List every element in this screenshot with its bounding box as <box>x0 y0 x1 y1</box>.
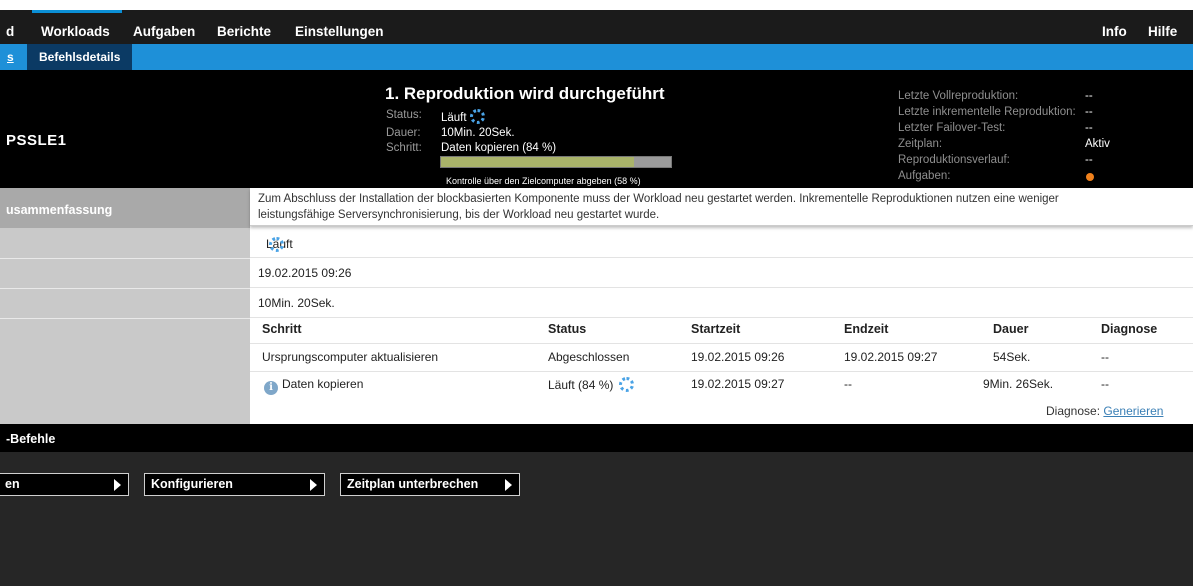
dauer-key: Dauer: <box>386 127 421 139</box>
progress-label: Kontrolle über den Zielcomputer abgeben … <box>446 176 641 186</box>
dauer-value: 10Min. 20Sek. <box>441 127 515 139</box>
command-button-1[interactable]: en <box>0 473 129 496</box>
sub-navigation: s Befehlsdetails <box>0 44 1193 70</box>
summary-row-duration: 10Min. 20Sek. <box>250 288 1193 318</box>
configure-button[interactable]: Konfigurieren <box>144 473 325 496</box>
restart-notice-banner: Zum Abschluss der Installation der block… <box>250 188 1193 226</box>
row1-diagnose: -- <box>1101 350 1109 364</box>
workload-header: PSSLE1 1. Reproduktion wird durchgeführt… <box>0 70 1193 188</box>
info-key-failover: Letzter Failover-Test: <box>898 122 1006 134</box>
nav-item-aufgaben[interactable]: Aufgaben <box>133 24 195 39</box>
summary-section-label: usammenfassung <box>6 203 113 217</box>
nav-item-hilfe[interactable]: Hilfe <box>1148 24 1177 39</box>
command-button-1-label: en <box>5 477 20 491</box>
row2-endzeit: -- <box>844 377 852 391</box>
info-val-inkrementell: -- <box>1085 106 1093 118</box>
row2-diagnose: -- <box>1101 377 1109 391</box>
info-key-vollreproduktion: Letzte Vollreproduktion: <box>898 90 1019 102</box>
row1-startzeit: 19.02.2015 09:26 <box>691 350 785 364</box>
divider <box>0 318 250 319</box>
info-val-failover: -- <box>1085 122 1093 134</box>
schritt-value: Daten kopieren (84 %) <box>441 142 557 154</box>
diagnose-generate: Diagnose: Generieren <box>1046 404 1163 418</box>
pause-schedule-button-label: Zeitplan unterbrechen <box>347 477 479 491</box>
summary-start-value: 19.02.2015 09:26 <box>258 266 352 280</box>
status-value: Läuft <box>441 112 467 124</box>
arrow-right-icon <box>310 479 317 491</box>
breadcrumb-link[interactable]: s <box>7 44 14 70</box>
tab-befehlsdetails[interactable]: Befehlsdetails <box>27 44 133 70</box>
nav-item-info[interactable]: Info <box>1102 24 1127 39</box>
row2-schritt-cell: i Daten kopieren <box>264 377 363 395</box>
warning-icon[interactable] <box>1086 173 1094 181</box>
summary-row-status: Läuft <box>250 228 1193 258</box>
summary-row-start: 19.02.2015 09:26 <box>250 258 1193 288</box>
row1-schritt: Ursprungscomputer aktualisieren <box>262 350 439 364</box>
row2-status-cell: Läuft (84 %) <box>548 377 635 392</box>
info-val-vollreproduktion: -- <box>1085 90 1093 102</box>
status-key: Status: <box>386 109 422 121</box>
summary-section-header: usammenfassung <box>0 188 250 228</box>
nav-item-workloads[interactable]: Workloads <box>41 24 110 39</box>
divider <box>0 258 250 259</box>
row1-dauer: 54Sek. <box>993 350 1031 364</box>
progress-fill <box>441 157 635 167</box>
col-header-dauer: Dauer <box>993 322 1029 336</box>
spinner-icon <box>469 109 485 124</box>
divider <box>0 288 250 289</box>
col-header-schritt: Schritt <box>262 322 302 336</box>
banner-line-2: leistungsfähige Serversynchronisierung, … <box>258 209 660 221</box>
top-navigation: d Workloads Aufgaben Berichte Einstellun… <box>0 0 1193 44</box>
info-key-zeitplan: Zeitplan: <box>898 138 943 150</box>
row2-startzeit: 19.02.2015 09:27 <box>691 377 785 391</box>
configure-button-label: Konfigurieren <box>151 477 233 491</box>
spinner-icon <box>269 237 284 252</box>
nav-item-einstellungen[interactable]: Einstellungen <box>295 24 384 39</box>
info-icon[interactable]: i <box>264 381 278 395</box>
col-header-endzeit: Endzeit <box>844 322 889 336</box>
pause-schedule-button[interactable]: Zeitplan unterbrechen <box>340 473 520 496</box>
nav-item-dashboard[interactable]: d <box>6 24 14 39</box>
replication-title: 1. Reproduktion wird durchgeführt <box>385 84 665 103</box>
status-row: Status: Läuft <box>386 109 485 124</box>
info-key-inkrementell: Letzte inkrementelle Reproduktion: <box>898 106 1076 118</box>
status-value-wrap: Läuft <box>441 109 485 124</box>
col-header-diagnose: Diagnose <box>1101 322 1158 336</box>
schritt-row: Schritt: Daten kopieren (84 %) <box>386 142 556 154</box>
banner-line-1: Zum Abschluss der Installation der block… <box>258 193 1059 205</box>
row1-endzeit: 19.02.2015 09:27 <box>844 350 938 364</box>
nav-item-berichte[interactable]: Berichte <box>217 24 271 39</box>
row2-status: Läuft (84 %) <box>548 378 614 392</box>
commands-header: -Befehle <box>0 424 1193 452</box>
col-header-startzeit: Startzeit <box>691 322 741 336</box>
col-header-status: Status <box>548 322 587 336</box>
info-key-aufgaben: Aufgaben: <box>898 170 951 182</box>
info-key-verlauf: Reproduktionsverlauf: <box>898 154 1010 166</box>
left-panel: usammenfassung <box>0 188 250 424</box>
row1-status: Abgeschlossen <box>548 350 630 364</box>
workload-name: PSSLE1 <box>6 132 67 149</box>
dauer-row: Dauer: 10Min. 20Sek. <box>386 127 515 139</box>
info-val-verlauf: -- <box>1085 154 1093 166</box>
diagnose-label: Diagnose: <box>1046 404 1101 418</box>
spinner-icon <box>619 377 635 392</box>
arrow-right-icon <box>114 479 121 491</box>
info-val-zeitplan: Aktiv <box>1085 138 1110 150</box>
progress-bar <box>440 156 672 168</box>
arrow-right-icon <box>505 479 512 491</box>
generate-diagnostics-link[interactable]: Generieren <box>1103 404 1163 418</box>
row2-dauer: 9Min. 26Sek. <box>983 377 1054 391</box>
active-nav-indicator <box>32 10 122 13</box>
commands-title: -Befehle <box>6 432 56 446</box>
row2-schritt: Daten kopieren <box>282 377 364 391</box>
schritt-key: Schritt: <box>386 142 422 154</box>
summary-duration-value: 10Min. 20Sek. <box>258 296 335 310</box>
